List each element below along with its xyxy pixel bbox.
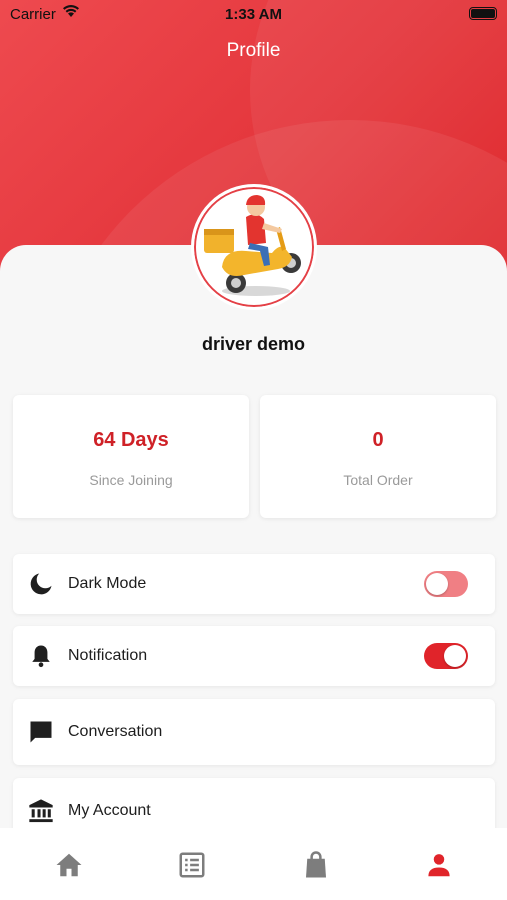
menu-label: Dark Mode xyxy=(68,575,147,592)
user-name: driver demo xyxy=(201,334,306,354)
toggle-knob xyxy=(444,645,466,667)
menu-item-dark-mode: Dark Mode xyxy=(13,554,495,614)
moon-icon xyxy=(27,570,55,598)
scooter-delivery-avatar-icon xyxy=(204,195,301,296)
stat-card-total-order: 0 Total Order xyxy=(260,395,496,518)
menu-item-conversation[interactable]: Conversation xyxy=(13,699,495,765)
bag-icon xyxy=(306,851,326,878)
list-icon xyxy=(179,852,205,878)
clock: 1:33 AM xyxy=(225,6,282,23)
bottom-tab-bar xyxy=(0,828,507,900)
tab-orders[interactable] xyxy=(177,850,207,880)
stat-label: Since Joining xyxy=(89,472,173,488)
avatar[interactable] xyxy=(191,184,317,310)
notification-toggle[interactable] xyxy=(424,643,468,669)
tab-shop[interactable] xyxy=(301,850,331,880)
stat-value: 0 xyxy=(372,429,384,451)
menu-label: Notification xyxy=(68,647,148,664)
tab-home[interactable] xyxy=(54,850,84,880)
dark-mode-toggle[interactable] xyxy=(424,571,468,597)
chat-icon xyxy=(27,718,55,746)
home-icon xyxy=(56,853,82,877)
status-bar: Carrier 1:33 AM xyxy=(0,0,507,28)
stat-card-since-joining: 64 Days Since Joining xyxy=(13,395,249,518)
stat-label: Total Order xyxy=(343,472,413,488)
toggle-knob xyxy=(426,573,448,595)
bell-icon xyxy=(27,642,55,670)
menu-label: My Account xyxy=(68,802,151,819)
page-title: Profile xyxy=(226,40,281,61)
tab-profile[interactable] xyxy=(424,850,454,880)
battery-icon xyxy=(469,7,497,20)
stat-value: 64 Days xyxy=(93,429,169,451)
menu-label: Conversation xyxy=(68,723,163,740)
person-icon xyxy=(428,854,450,877)
menu-item-notification: Notification xyxy=(13,626,495,686)
bank-icon xyxy=(27,797,55,825)
